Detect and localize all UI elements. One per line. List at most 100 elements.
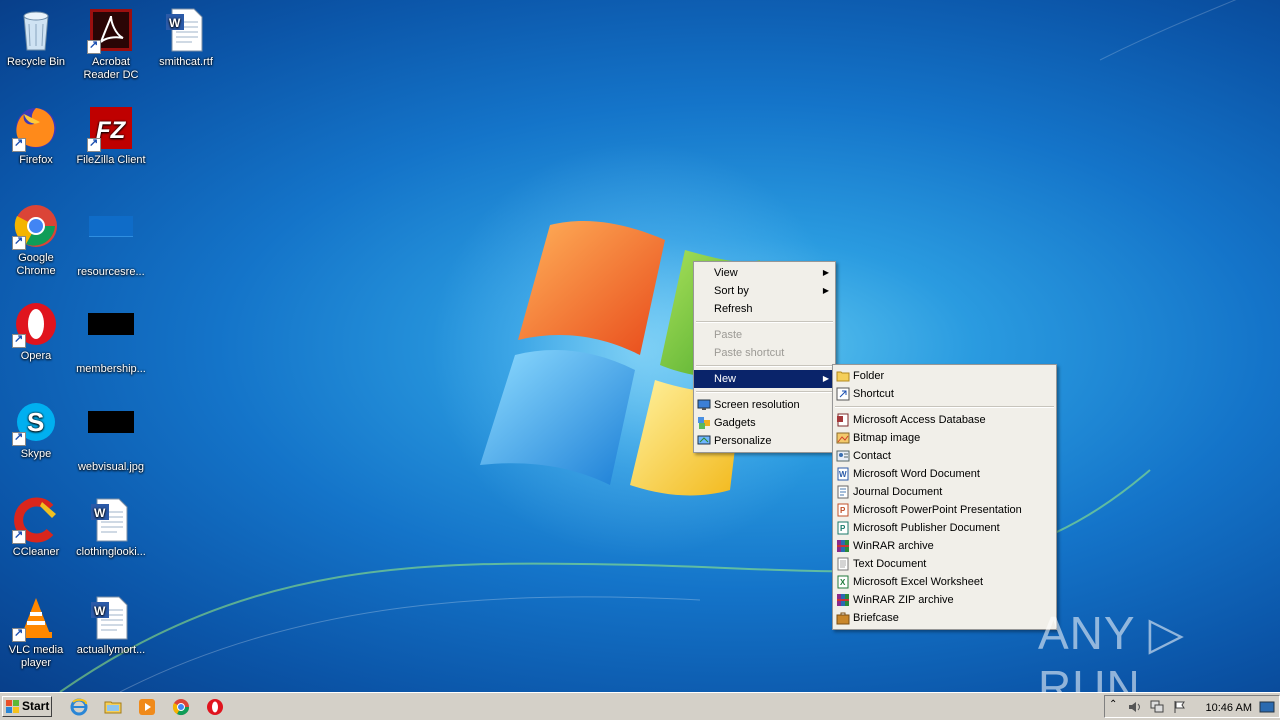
menu-item-label: View	[714, 267, 738, 279]
submenu-arrow-icon: ▶	[822, 268, 829, 277]
menu-item-label: Contact	[853, 450, 891, 462]
shortcut-arrow-icon	[12, 235, 26, 250]
word-icon: W	[837, 467, 849, 481]
menu-item-label: Microsoft Excel Worksheet	[853, 576, 984, 588]
submenu-item-excel[interactable]: X Microsoft Excel Worksheet	[833, 573, 1056, 591]
menu-item-label: Microsoft Word Document	[853, 468, 980, 480]
opera-icon	[12, 300, 60, 348]
submenu-item-winrar[interactable]: WinRAR archive	[833, 537, 1056, 555]
menu-item-label: Briefcase	[853, 612, 899, 624]
screen-resolution-icon	[697, 399, 711, 410]
desktop-icon-label: Opera	[20, 350, 52, 362]
menu-separator	[696, 391, 833, 393]
svg-text:W: W	[94, 506, 106, 520]
submenu-item-publisher[interactable]: P Microsoft Publisher Document	[833, 519, 1056, 537]
action-center-flag-icon[interactable]	[1173, 700, 1187, 714]
opera-icon[interactable]	[206, 698, 224, 716]
submenu-item-journal[interactable]: Journal Document	[833, 483, 1056, 501]
desktop-icon-opera[interactable]: Opera	[0, 300, 74, 363]
desktop-icon-label: FileZilla Client	[76, 154, 146, 166]
desktop-icon-membership[interactable]: membership...	[73, 300, 149, 376]
show-hidden-icons-icon[interactable]: ⌃	[1109, 699, 1117, 710]
desktop-icon-label: clothinglooki...	[76, 546, 146, 558]
clock[interactable]: 10:46 AM	[1206, 702, 1252, 714]
menu-separator	[835, 406, 1054, 408]
excel-icon: X	[837, 575, 849, 589]
menu-item-gadgets[interactable]: Gadgets	[694, 414, 835, 432]
menu-item-label: Screen resolution	[714, 399, 800, 411]
desktop-context-menu: View ▶ Sort by ▶ Refresh Paste Paste short…	[693, 261, 836, 453]
shortcut-icon	[836, 387, 850, 401]
menu-item-label: Gadgets	[714, 417, 756, 429]
firefox-icon	[12, 104, 60, 152]
new-submenu: Folder Shortcut Microsoft Access Databas…	[832, 364, 1057, 630]
desktop-icon-label: Firefox	[19, 154, 53, 166]
submenu-item-powerpoint[interactable]: P Microsoft PowerPoint Presentation	[833, 501, 1056, 519]
desktop-icon-skype[interactable]: S Skype	[0, 398, 74, 461]
desktop-icon-label: webvisual.jpg	[77, 461, 145, 473]
submenu-item-shortcut[interactable]: Shortcut	[833, 385, 1056, 403]
explorer-icon[interactable]	[104, 698, 122, 716]
image-file-icon	[87, 313, 135, 361]
ccleaner-icon	[12, 496, 60, 544]
publisher-icon: P	[837, 521, 849, 535]
powerpoint-icon: P	[837, 503, 849, 517]
desktop-icon-smithcat[interactable]: W smithcat.rtf	[148, 6, 224, 69]
desktop-icon-filezilla[interactable]: FZ FileZilla Client	[73, 104, 149, 167]
menu-item-label: Microsoft Access Database	[853, 414, 986, 426]
submenu-item-contact[interactable]: Contact	[833, 447, 1056, 465]
submenu-item-text[interactable]: Text Document	[833, 555, 1056, 573]
start-button[interactable]: Start	[2, 696, 52, 717]
submenu-arrow-icon: ▶	[822, 286, 829, 295]
desktop-icon-firefox[interactable]: Firefox	[0, 104, 74, 167]
menu-item-refresh[interactable]: Refresh	[694, 300, 835, 318]
desktop[interactable]: Recycle Bin Acrobat Reader DC W smithcat…	[0, 0, 1280, 692]
desktop-icon-resourcesre[interactable]: resourcesre...	[73, 202, 149, 279]
desktop-icon-ccleaner[interactable]: CCleaner	[0, 496, 74, 559]
personalize-icon	[697, 435, 711, 445]
access-icon	[837, 413, 849, 427]
desktop-icon-webvisual[interactable]: webvisual.jpg	[73, 398, 149, 474]
volume-icon[interactable]	[1127, 700, 1143, 714]
submenu-item-winrar-zip[interactable]: WinRAR ZIP archive	[833, 591, 1056, 609]
start-label: Start	[22, 699, 50, 713]
desktop-icon-chrome[interactable]: Google Chrome	[0, 202, 74, 278]
menu-item-label: Paste shortcut	[714, 347, 785, 359]
menu-item-new[interactable]: New ▶	[694, 370, 835, 388]
menu-item-label: Paste	[714, 329, 743, 341]
submenu-item-bitmap[interactable]: Bitmap image	[833, 429, 1056, 447]
show-desktop-icon[interactable]	[1259, 700, 1275, 714]
menu-item-paste[interactable]: Paste	[694, 326, 835, 344]
menu-item-label: New	[714, 373, 737, 385]
menu-item-paste-shortcut[interactable]: Paste shortcut	[694, 344, 835, 362]
desktop-icon-clothinglooki[interactable]: W clothinglooki...	[73, 496, 149, 559]
desktop-icon-acrobat[interactable]: Acrobat Reader DC	[73, 6, 149, 82]
chrome-icon[interactable]	[172, 698, 190, 716]
menu-item-label: Shortcut	[853, 388, 894, 400]
anyrun-watermark: ANY ▷ RUN	[1038, 607, 1185, 692]
chrome-icon	[12, 202, 60, 250]
submenu-item-briefcase[interactable]: Briefcase	[833, 609, 1056, 627]
system-tray: ⌃ 10:46 AM	[1104, 695, 1280, 718]
menu-item-personalize[interactable]: Personalize	[694, 432, 835, 450]
journal-icon	[837, 485, 849, 499]
desktop-icon-recycle-bin[interactable]: Recycle Bin	[0, 6, 74, 69]
menu-item-label: Refresh	[714, 303, 753, 315]
menu-item-label: WinRAR ZIP archive	[853, 594, 954, 606]
media-player-icon[interactable]	[138, 698, 156, 716]
internet-explorer-icon[interactable]	[70, 698, 88, 716]
submenu-item-word[interactable]: W Microsoft Word Document	[833, 465, 1056, 483]
desktop-icon-label: smithcat.rtf	[159, 56, 213, 68]
submenu-item-folder[interactable]: Folder	[833, 367, 1056, 385]
desktop-icon-vlc[interactable]: VLC media player	[0, 594, 74, 670]
desktop-icon-label: membership...	[76, 363, 146, 375]
menu-item-label: WinRAR archive	[853, 540, 934, 552]
menu-item-sort-by[interactable]: Sort by ▶	[694, 282, 835, 300]
desktop-icon-actuallymort[interactable]: W actuallymort...	[73, 594, 149, 657]
menu-item-screen-resolution[interactable]: Screen resolution	[694, 396, 835, 414]
menu-item-label: Sort by	[714, 285, 749, 297]
submenu-item-access[interactable]: Microsoft Access Database	[833, 411, 1056, 429]
menu-item-label: Text Document	[853, 558, 927, 570]
network-icon[interactable]	[1149, 700, 1165, 714]
menu-item-view[interactable]: View ▶	[694, 264, 835, 282]
